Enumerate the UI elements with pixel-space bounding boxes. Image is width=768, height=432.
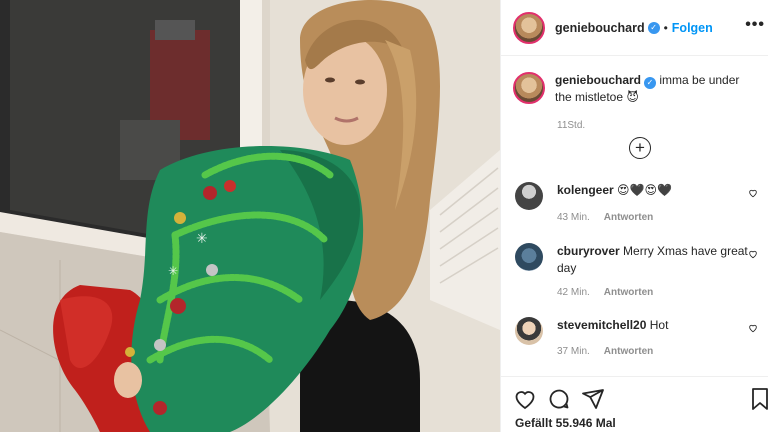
comment-item: cburyrover Merry Xmas have great day bbox=[515, 243, 765, 277]
comment-username[interactable]: kolengeer bbox=[557, 183, 614, 197]
comment-time[interactable]: 42 Min. bbox=[557, 287, 590, 298]
bookmark-icon[interactable] bbox=[751, 387, 768, 411]
heart-icon[interactable] bbox=[513, 387, 537, 411]
svg-text:✳: ✳ bbox=[196, 231, 208, 247]
comment-like-heart-icon[interactable] bbox=[748, 323, 758, 333]
caption-verified-icon: ✓ bbox=[644, 77, 657, 89]
post-header: geniebouchard ✓ • Folgen ••• bbox=[501, 0, 768, 56]
caption-text-block: geniebouchard ✓ imma be under the mistlet… bbox=[555, 72, 755, 106]
reply-button[interactable]: Antworten bbox=[604, 287, 653, 298]
svg-text:✳: ✳ bbox=[168, 264, 178, 278]
caption-username[interactable]: geniebouchard bbox=[555, 73, 641, 87]
photo-illustration: ✳ ✳ bbox=[0, 0, 500, 432]
comment-text: Hot bbox=[646, 318, 669, 332]
load-more-comments-button[interactable]: + bbox=[629, 137, 651, 159]
comment-meta: 37 Min. Antworten bbox=[557, 346, 653, 357]
verified-badge-icon: ✓ bbox=[647, 21, 660, 34]
reply-button[interactable]: Antworten bbox=[604, 212, 653, 223]
separator-dot: • bbox=[663, 20, 668, 35]
post-side-panel: geniebouchard ✓ • Folgen ••• genieboucha… bbox=[500, 0, 768, 432]
comment-like-heart-icon[interactable] bbox=[748, 188, 758, 198]
comment-body: stevemitchell20 Hot bbox=[557, 317, 752, 345]
follow-button[interactable]: Folgen bbox=[672, 21, 713, 35]
comment-item: kolengeer 😍🖤😍🖤 bbox=[515, 182, 765, 210]
comment-time[interactable]: 43 Min. bbox=[557, 212, 590, 223]
author-username[interactable]: geniebouchard bbox=[555, 21, 645, 35]
comment-username[interactable]: cburyrover bbox=[557, 244, 620, 258]
post-caption: geniebouchard ✓ imma be under the mistlet… bbox=[513, 72, 763, 106]
comment-text: 😍🖤😍🖤 bbox=[613, 183, 672, 197]
comment-item: stevemitchell20 Hot bbox=[515, 317, 765, 345]
commenter-avatar[interactable] bbox=[515, 182, 543, 210]
likes-count[interactable]: Gefällt 55.946 Mal bbox=[515, 416, 616, 430]
comment-like-heart-icon[interactable] bbox=[748, 249, 758, 259]
caption-author-avatar[interactable] bbox=[513, 72, 545, 104]
comment-time[interactable]: 37 Min. bbox=[557, 346, 590, 357]
share-icon[interactable] bbox=[581, 387, 605, 411]
more-options-icon[interactable]: ••• bbox=[745, 16, 765, 34]
comment-body: cburyrover Merry Xmas have great day bbox=[557, 243, 752, 277]
post-timestamp[interactable]: 11Std. bbox=[557, 120, 585, 131]
comment-body: kolengeer 😍🖤😍🖤 bbox=[557, 182, 752, 210]
post-actions-bar: Gefällt 55.946 Mal bbox=[501, 376, 768, 432]
post-photo[interactable]: ✳ ✳ bbox=[0, 0, 500, 432]
comment-icon[interactable] bbox=[547, 387, 571, 411]
author-avatar[interactable] bbox=[513, 11, 545, 44]
reply-button[interactable]: Antworten bbox=[604, 346, 653, 357]
commenter-avatar[interactable] bbox=[515, 243, 543, 271]
comment-username[interactable]: stevemitchell20 bbox=[557, 318, 646, 332]
comment-meta: 42 Min. Antworten bbox=[557, 287, 653, 298]
commenter-avatar[interactable] bbox=[515, 317, 543, 345]
instagram-post-view: ✳ ✳ geniebouchard ✓ • Folgen ••• geniebo… bbox=[0, 0, 768, 432]
comment-meta: 43 Min. Antworten bbox=[557, 212, 653, 223]
